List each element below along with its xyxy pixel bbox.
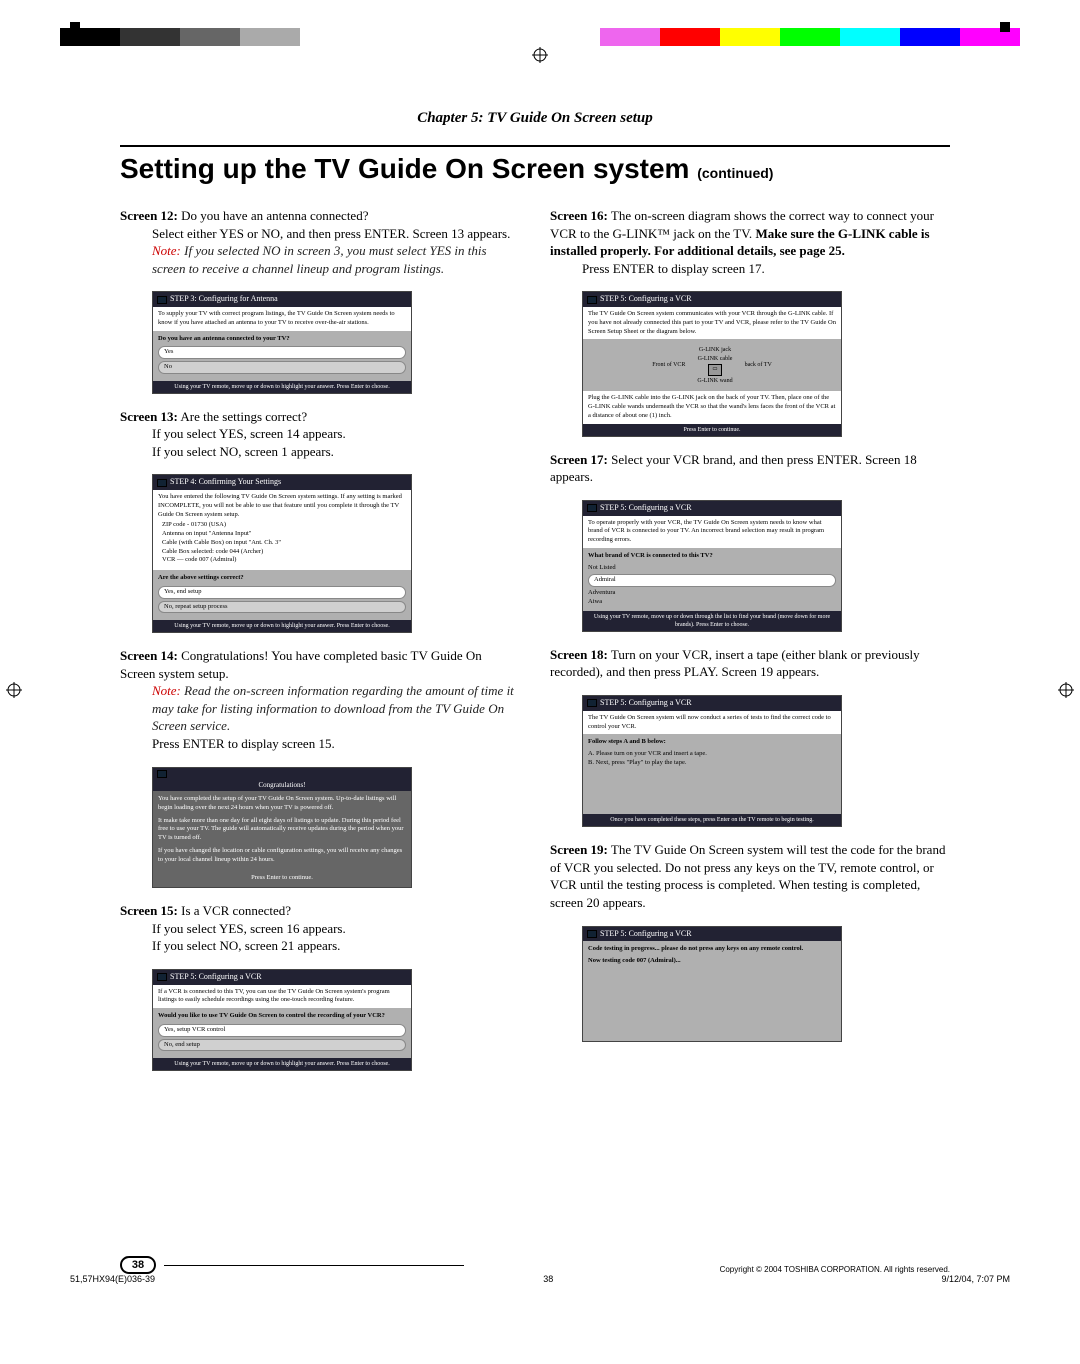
left-column: Screen 12: Do you have an antenna connec… — [120, 207, 520, 1085]
tv-icon — [587, 504, 597, 512]
tv-icon — [157, 296, 167, 304]
page-content: Chapter 5: TV Guide On Screen setup Sett… — [120, 110, 950, 1244]
screenshot-thumbnail: STEP 5: Configuring a VCR The TV Guide O… — [582, 695, 842, 827]
registration-mark-icon — [1058, 682, 1074, 698]
tv-icon — [157, 479, 167, 487]
tv-icon — [587, 699, 597, 707]
tv-icon — [587, 296, 597, 304]
corner-mark-icon — [70, 22, 80, 32]
tv-icon — [587, 930, 597, 938]
step-label: Screen 17: — [550, 452, 608, 467]
color-calibration-bar — [0, 28, 1080, 46]
right-column: Screen 16: The on-screen diagram shows t… — [550, 207, 950, 1085]
page-title: Setting up the TV Guide On Screen system… — [120, 153, 950, 185]
step-label: Screen 19: — [550, 842, 608, 857]
divider — [120, 145, 950, 147]
screenshot-thumbnail: STEP 3: Configuring for Antenna To suppl… — [152, 291, 412, 393]
screenshot-thumbnail: STEP 4: Confirming Your Settings You hav… — [152, 474, 412, 633]
copyright-text: Copyright © 2004 TOSHIBA CORPORATION. Al… — [720, 1265, 950, 1274]
tv-icon — [157, 770, 167, 778]
print-footer: 51,57HX94(E)036-39 38 9/12/04, 7:07 PM — [70, 1274, 1010, 1284]
tv-icon — [157, 973, 167, 981]
screenshot-thumbnail: STEP 5: Configuring a VCR The TV Guide O… — [582, 291, 842, 436]
step-label: Screen 15: — [120, 903, 178, 918]
step-label: Screen 16: — [550, 208, 608, 223]
corner-mark-icon — [1000, 22, 1010, 32]
screenshot-thumbnail: STEP 5: Configuring a VCR If a VCR is co… — [152, 969, 412, 1071]
registration-mark-icon — [532, 47, 548, 63]
page-number: 38 — [120, 1256, 464, 1274]
chapter-title: Chapter 5: TV Guide On Screen setup — [120, 110, 950, 127]
step-label: Screen 12: — [120, 208, 178, 223]
screenshot-thumbnail: STEP 5: Configuring a VCR Code testing i… — [582, 926, 842, 1043]
screenshot-thumbnail: STEP 5: Configuring a VCR To operate pro… — [582, 500, 842, 632]
screenshot-thumbnail: Congratulations! You have completed the … — [152, 767, 412, 889]
step-label: Screen 13: — [120, 409, 178, 424]
step-label: Screen 18: — [550, 647, 608, 662]
step-label: Screen 14: — [120, 648, 178, 663]
registration-mark-icon — [6, 682, 22, 698]
vcr-icon: ▭ — [708, 364, 721, 375]
